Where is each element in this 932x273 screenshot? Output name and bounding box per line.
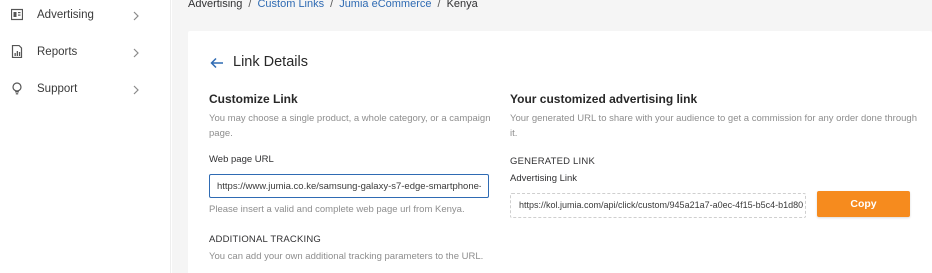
web-page-url-label: Web page URL [209,154,274,165]
generated-link-label: GENERATED LINK [510,156,595,167]
customize-link-title: Customize Link [209,92,298,106]
breadcrumb-separator: / [248,0,252,10]
advertising-link-field[interactable]: https://kol.jumia.com/api/click/custom/9… [510,193,806,218]
page-title: Link Details [233,54,308,70]
card-header: Link Details [210,54,308,70]
additional-tracking-title: ADDITIONAL TRACKING [209,234,322,245]
sidebar-item-label: Advertising [37,9,94,21]
sidebar-item-advertising[interactable]: Advertising [0,0,171,30]
additional-tracking-description: You can add your own additional tracking… [209,251,484,262]
chevron-right-icon [131,9,141,21]
main-content: Advertising / Custom Links / Jumia eCommerce… [172,0,932,273]
sidebar-item-support[interactable]: Support [0,74,171,104]
sidebar-item-label: Reports [37,46,78,58]
customized-link-description: Your generated URL to share with your au… [510,113,917,139]
lightbulb-icon [11,82,23,95]
breadcrumb-item-jumia-ecommerce[interactable]: Jumia eCommerce [339,0,431,10]
breadcrumb: Advertising / Custom Links / Jumia eCommerce… [188,0,478,10]
breadcrumb-item-kenya: Kenya [446,0,478,10]
breadcrumb-separator: / [330,0,334,10]
breadcrumb-separator: / [437,0,441,10]
web-page-url-input[interactable] [209,174,489,198]
copy-button[interactable]: Copy [817,191,910,217]
customized-link-title: Your customized advertising link [510,92,698,106]
breadcrumb-item-custom-links[interactable]: Custom Links [257,0,324,10]
reports-icon [11,44,23,59]
breadcrumb-item-advertising[interactable]: Advertising [188,0,242,10]
sidebar-item-label: Support [37,83,78,95]
customize-link-description: You may choose a single product, a whole… [209,113,491,139]
sidebar: Advertising Reports Support [0,0,171,273]
advertising-icon [10,8,24,21]
back-arrow-icon[interactable] [210,56,224,69]
sidebar-item-reports[interactable]: Reports [0,37,171,67]
link-details-card: Link Details Customize Link You may choo… [188,31,932,273]
chevron-right-icon [131,83,141,95]
chevron-right-icon [131,46,141,58]
advertising-link-label: Advertising Link [510,173,578,184]
url-hint: Please insert a valid and complete web p… [209,204,465,215]
